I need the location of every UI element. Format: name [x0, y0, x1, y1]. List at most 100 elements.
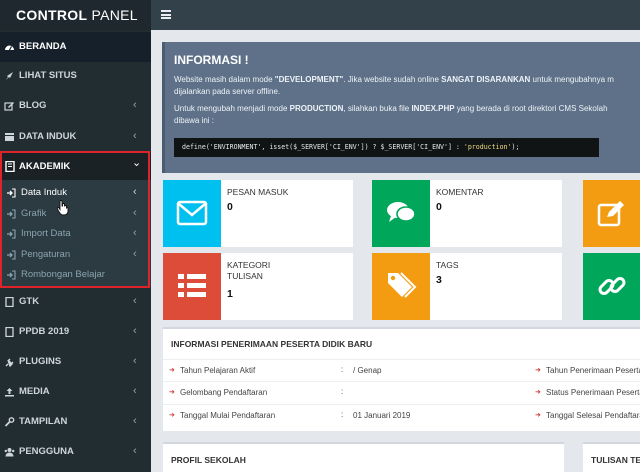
- tags-icon: [388, 272, 417, 298]
- database-icon: [4, 132, 15, 142]
- link-icon: [598, 277, 626, 295]
- card-value: 0: [227, 201, 233, 213]
- edit-icon: [597, 201, 624, 227]
- sign-in-icon: [7, 250, 16, 260]
- card-title: KOMENTAR: [436, 187, 484, 197]
- plug-icon: [4, 357, 15, 368]
- card-icon-bg: [372, 253, 430, 320]
- card-value: 0: [436, 201, 442, 213]
- sidebar-item-pengguna[interactable]: PENGGUNA ‹: [0, 437, 151, 467]
- info-line-2: dijalankan pada server offline.: [174, 87, 281, 96]
- card-value: 1: [227, 288, 233, 300]
- sidebar-item-data-induk[interactable]: DATA INDUK ‹: [0, 122, 151, 152]
- chevron-left-icon: ‹: [133, 355, 137, 367]
- sidebar-item-label: PLUGINS: [19, 356, 62, 367]
- submenu-item-label: Data Induk: [21, 187, 67, 198]
- sidebar-item-label: PENGGUNA: [19, 446, 74, 457]
- submenu-item-data-induk[interactable]: Data Induk ‹: [0, 183, 151, 203]
- sidebar-item-label: PPDB 2019: [19, 326, 70, 337]
- wrench-icon: [4, 417, 15, 427]
- sign-in-icon: [7, 188, 16, 198]
- stat-card-komentar[interactable]: KOMENTAR 0: [372, 180, 562, 247]
- sidebar-item-label: DATA INDUK: [19, 131, 77, 142]
- sidebar-item-blog[interactable]: BLOG ‹: [0, 91, 151, 121]
- envelope-icon: [176, 200, 208, 226]
- stat-card-tulisan[interactable]: [583, 180, 640, 247]
- doc-icon: [4, 296, 15, 308]
- info-line-4: dibawa ini :: [174, 116, 215, 125]
- info-title: INFORMASI !: [174, 53, 249, 67]
- chevron-left-icon: ‹: [133, 445, 137, 457]
- submenu-item-label: Pengaturan: [21, 249, 71, 260]
- sidebar-lower: GTK ‹ PPDB 2019 ‹ PLUGINS ‹ MEDIA ‹ TAMP…: [0, 287, 151, 472]
- stat-card-tautan[interactable]: [583, 253, 640, 320]
- panel-title: TULISAN TE: [591, 455, 640, 465]
- sign-in-icon: ➜: [169, 389, 175, 396]
- sign-in-icon: [7, 209, 16, 219]
- chevron-left-icon: ‹: [133, 295, 137, 307]
- sign-in-icon: ➜: [535, 367, 541, 374]
- hamburger-icon[interactable]: [161, 10, 171, 19]
- sidebar-item-ppdb[interactable]: PPDB 2019 ‹: [0, 317, 151, 347]
- submenu-item-import-data[interactable]: Import Data ‹: [0, 224, 151, 244]
- sign-in-icon: ➜: [169, 412, 175, 419]
- card-title: TAGS: [436, 260, 459, 270]
- sign-in-icon: ➜: [169, 367, 175, 374]
- book-icon: [5, 160, 15, 173]
- card-icon-bg: [372, 180, 430, 247]
- sidebar-group-akademik: AKADEMIK ⌄ Data Induk ‹ Grafik ‹ Import …: [0, 153, 151, 287]
- sidebar-item-label: MEDIA: [19, 386, 50, 397]
- sidebar-item-label: AKADEMIK: [19, 161, 71, 172]
- users-icon: [4, 447, 15, 457]
- stat-card-pesan-masuk[interactable]: PESAN MASUK 0: [163, 180, 353, 247]
- sidebar-item-akademik[interactable]: AKADEMIK ⌄: [0, 153, 151, 180]
- chevron-left-icon: ‹: [133, 415, 137, 427]
- rocket-icon: [4, 71, 15, 81]
- profil-sekolah-panel: PROFIL SEKOLAH: [163, 442, 564, 472]
- brand-logo[interactable]: CONTROL PANEL: [0, 0, 151, 30]
- submenu-item-grafik[interactable]: Grafik ‹: [0, 204, 151, 224]
- table-row: ➜ Tahun Pelajaran Aktif : / Genap ➜ Tahu…: [163, 359, 640, 380]
- panel-title: PROFIL SEKOLAH: [171, 455, 246, 465]
- list-icon: [178, 274, 206, 297]
- sidebar-item-lihat-situs[interactable]: LIHAT SITUS: [0, 61, 151, 91]
- info-line-3: Untuk mengubah menjadi mode PRODUCTION, …: [174, 104, 608, 113]
- chevron-left-icon: ‹: [133, 207, 137, 219]
- submenu-item-label: Rombongan Belajar: [21, 269, 105, 280]
- sidebar-item-beranda[interactable]: BERANDA: [0, 32, 151, 62]
- mouse-pointer-icon: [56, 200, 69, 216]
- chevron-left-icon: ‹: [133, 385, 137, 397]
- table-row: ➜ Gelombang Pendaftaran : ➜ Status Pener…: [163, 381, 640, 402]
- info-callout: INFORMASI ! Website masih dalam mode "DE…: [162, 42, 640, 173]
- chevron-down-icon: ⌄: [132, 157, 142, 169]
- sign-in-icon: [7, 270, 16, 280]
- brand-rest: PANEL: [87, 7, 138, 23]
- panel-title: INFORMASI PENERIMAAN PESERTA DIDIK BARU: [171, 339, 373, 349]
- table-row: ➜ Tanggal Mulai Pendaftaran : 01 Januari…: [163, 404, 640, 425]
- submenu-item-pengaturan[interactable]: Pengaturan ‹: [0, 245, 151, 265]
- chevron-left-icon: ‹: [133, 325, 137, 337]
- stat-card-tags[interactable]: TAGS 3: [372, 253, 562, 320]
- sign-in-icon: [7, 229, 16, 239]
- sidebar-item-label: BLOG: [19, 100, 47, 111]
- submenu-item-rombongan-belajar[interactable]: Rombongan Belajar: [0, 265, 151, 285]
- card-value: 3: [436, 274, 442, 286]
- brand-bold: CONTROL: [16, 7, 88, 23]
- upload-icon: [4, 387, 15, 397]
- dashboard-icon: [4, 42, 15, 52]
- doc-icon: [4, 326, 15, 338]
- sidebar-item-label: TAMPILAN: [19, 416, 68, 427]
- top-navbar: [151, 0, 640, 30]
- card-title: KATEGORI TULISAN: [227, 260, 271, 281]
- sign-in-icon: ➜: [535, 412, 541, 419]
- sidebar-item-gtk[interactable]: GTK ‹: [0, 287, 151, 317]
- sidebar-item-tampilan[interactable]: TAMPILAN ‹: [0, 407, 151, 437]
- card-title: PESAN MASUK: [227, 187, 289, 197]
- chevron-left-icon: ‹: [133, 186, 137, 198]
- sidebar-item-label: LIHAT SITUS: [19, 70, 77, 81]
- sidebar-item-label: BERANDA: [19, 41, 67, 52]
- sign-in-icon: ➜: [535, 389, 541, 396]
- sidebar-item-plugins[interactable]: PLUGINS ‹: [0, 347, 151, 377]
- sidebar-item-media[interactable]: MEDIA ‹: [0, 377, 151, 407]
- stat-card-kategori-tulisan[interactable]: KATEGORI TULISAN 1: [163, 253, 353, 320]
